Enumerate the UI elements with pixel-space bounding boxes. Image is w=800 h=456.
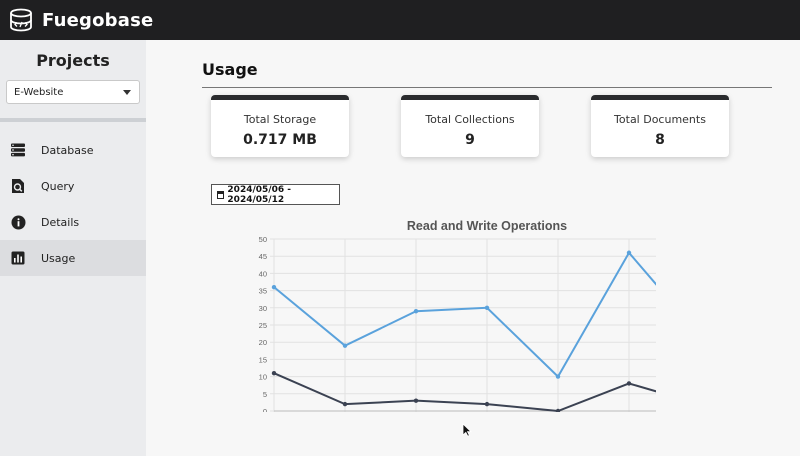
data-point-reads [342, 343, 348, 348]
y-tick-label: 50 [259, 235, 267, 244]
y-tick-label: 5 [263, 390, 267, 399]
data-point-reads [484, 305, 490, 310]
stat-card-documents: Total Documents 8 [591, 95, 729, 157]
y-tick-label: 25 [259, 321, 267, 330]
mouse-cursor-icon [462, 423, 472, 437]
data-point-reads [413, 309, 419, 314]
info-icon [10, 214, 26, 230]
title-divider [202, 87, 772, 88]
y-tick-label: 45 [259, 252, 267, 261]
y-tick-label: 20 [259, 338, 267, 347]
y-tick-label: 15 [259, 355, 267, 364]
sidebar-divider [0, 118, 146, 122]
stat-value: 0.717 MB [243, 132, 317, 148]
database-code-logo-icon [8, 7, 34, 33]
data-point-writes [626, 381, 632, 386]
sidebar-item-label: Query [41, 179, 75, 193]
caret-down-icon [123, 90, 131, 95]
stat-card-collections: Total Collections 9 [401, 95, 539, 157]
brand-name: Fuegobase [42, 9, 154, 31]
stat-card-cap [401, 95, 539, 100]
data-point-writes [413, 398, 419, 403]
sidebar-item-label: Usage [41, 251, 76, 265]
project-select-value: E-Website [14, 86, 64, 98]
data-point-writes [555, 408, 561, 412]
stat-label: Total Documents [614, 113, 706, 126]
data-point-writes [484, 401, 490, 407]
database-icon [10, 142, 26, 158]
series-line-reads [273, 251, 656, 379]
projects-title: Projects [36, 51, 110, 70]
top-bar: Fuegobase [0, 0, 800, 40]
data-point-reads [626, 250, 632, 255]
stat-label: Total Collections [425, 113, 515, 126]
bar-chart-icon [10, 250, 26, 266]
sidebar-item-label: Database [41, 143, 94, 157]
project-select[interactable]: E-Website [6, 80, 140, 104]
y-tick-label: 35 [259, 287, 267, 296]
data-point-writes [271, 370, 277, 376]
sidebar-item-label: Details [41, 215, 80, 229]
stat-label: Total Storage [243, 113, 317, 126]
read-write-chart: Read and Write Operations 0 5 10 15 20 25 30 35 4… [259, 219, 656, 412]
data-point-reads [555, 374, 561, 379]
data-point-writes [342, 401, 348, 407]
chart-title: Read and Write Operations [407, 219, 567, 233]
stat-value: 8 [655, 132, 665, 148]
y-tick-label: 0 [263, 407, 267, 412]
query-search-icon [10, 178, 26, 194]
stat-card-cap [591, 95, 729, 100]
stat-value: 9 [465, 132, 475, 148]
page-title: Usage [202, 60, 258, 79]
stat-card-storage: Total Storage 0.717 MB [211, 95, 349, 157]
y-tick-label: 10 [259, 373, 267, 382]
data-point-reads [271, 284, 277, 290]
sidebar-item-database[interactable]: Database [0, 132, 146, 168]
y-tick-label: 30 [259, 304, 267, 313]
y-tick-label: 40 [259, 269, 267, 278]
series-line-writes [273, 372, 656, 412]
stat-card-cap [211, 95, 349, 100]
